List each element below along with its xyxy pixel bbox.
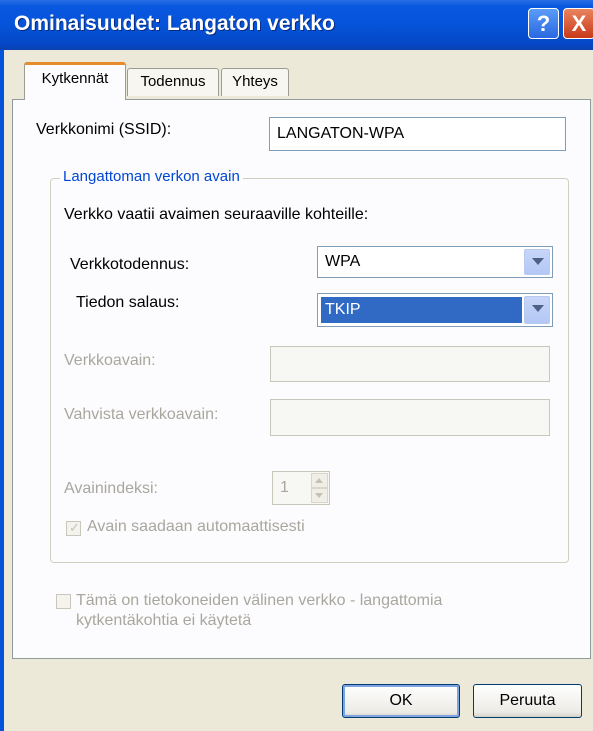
cancel-button[interactable]: Peruuta	[473, 684, 582, 718]
network-key-input[interactable]	[270, 346, 550, 382]
adhoc-label-line2: kytkentäkohtia ei käytetä	[76, 612, 252, 629]
ssid-input[interactable]: LANGATON-WPA	[269, 117, 566, 151]
auto-key-label: Avain saadaan automaattisesti	[87, 518, 305, 535]
encryption-select-value: TKIP	[321, 297, 522, 323]
auto-key-checkbox[interactable]: ✓	[66, 520, 81, 536]
title-bar[interactable]: Ominaisuudet: Langaton verkko ? X	[0, 0, 593, 50]
confirm-key-input[interactable]	[270, 399, 550, 436]
ok-button[interactable]: OK	[342, 684, 460, 718]
adhoc-checkbox[interactable]	[56, 594, 71, 609]
network-key-label: Verkkoavain:	[64, 352, 156, 369]
help-button[interactable]: ?	[528, 8, 559, 39]
key-intro-text: Verkko vaatii avaimen seuraaville kohtei…	[64, 206, 369, 223]
ssid-label: Verkkonimi (SSID):	[36, 121, 172, 138]
confirm-key-label: Vahvista verkkoavain:	[64, 406, 219, 423]
checkmark-icon: ✓	[69, 520, 80, 535]
window-title: Ominaisuudet: Langaton verkko	[14, 12, 335, 35]
encryption-select[interactable]: TKIP	[317, 293, 553, 327]
properties-dialog: Ominaisuudet: Langaton verkko ? X Kytken…	[0, 0, 593, 731]
window-border	[0, 50, 4, 731]
key-index-value: 1	[280, 479, 289, 496]
key-index-label: Avainindeksi:	[64, 480, 158, 497]
chevron-down-icon[interactable]	[524, 249, 550, 275]
chevron-down-icon[interactable]	[524, 296, 550, 324]
auth-select-value: WPA	[325, 253, 361, 270]
tab-todennus[interactable]: Todennus	[127, 68, 219, 96]
auth-label: Verkkotodennus:	[70, 256, 190, 273]
tab-yhteys[interactable]: Yhteys	[221, 68, 289, 96]
spin-down-icon[interactable]	[311, 488, 328, 503]
tab-kytkennat[interactable]: Kytkennät	[24, 62, 126, 100]
spin-up-icon[interactable]	[311, 473, 328, 488]
wireless-key-legend: Langattoman verkon avain	[60, 168, 243, 185]
encryption-label: Tiedon salaus:	[76, 294, 180, 311]
help-icon: ?	[536, 11, 551, 36]
close-icon: X	[571, 11, 587, 36]
key-index-stepper[interactable]: 1	[272, 471, 330, 505]
close-button[interactable]: X	[563, 8, 593, 39]
auth-select[interactable]: WPA	[317, 246, 553, 278]
adhoc-label-line1: Tämä on tietokoneiden välinen verkko - l…	[76, 592, 443, 609]
